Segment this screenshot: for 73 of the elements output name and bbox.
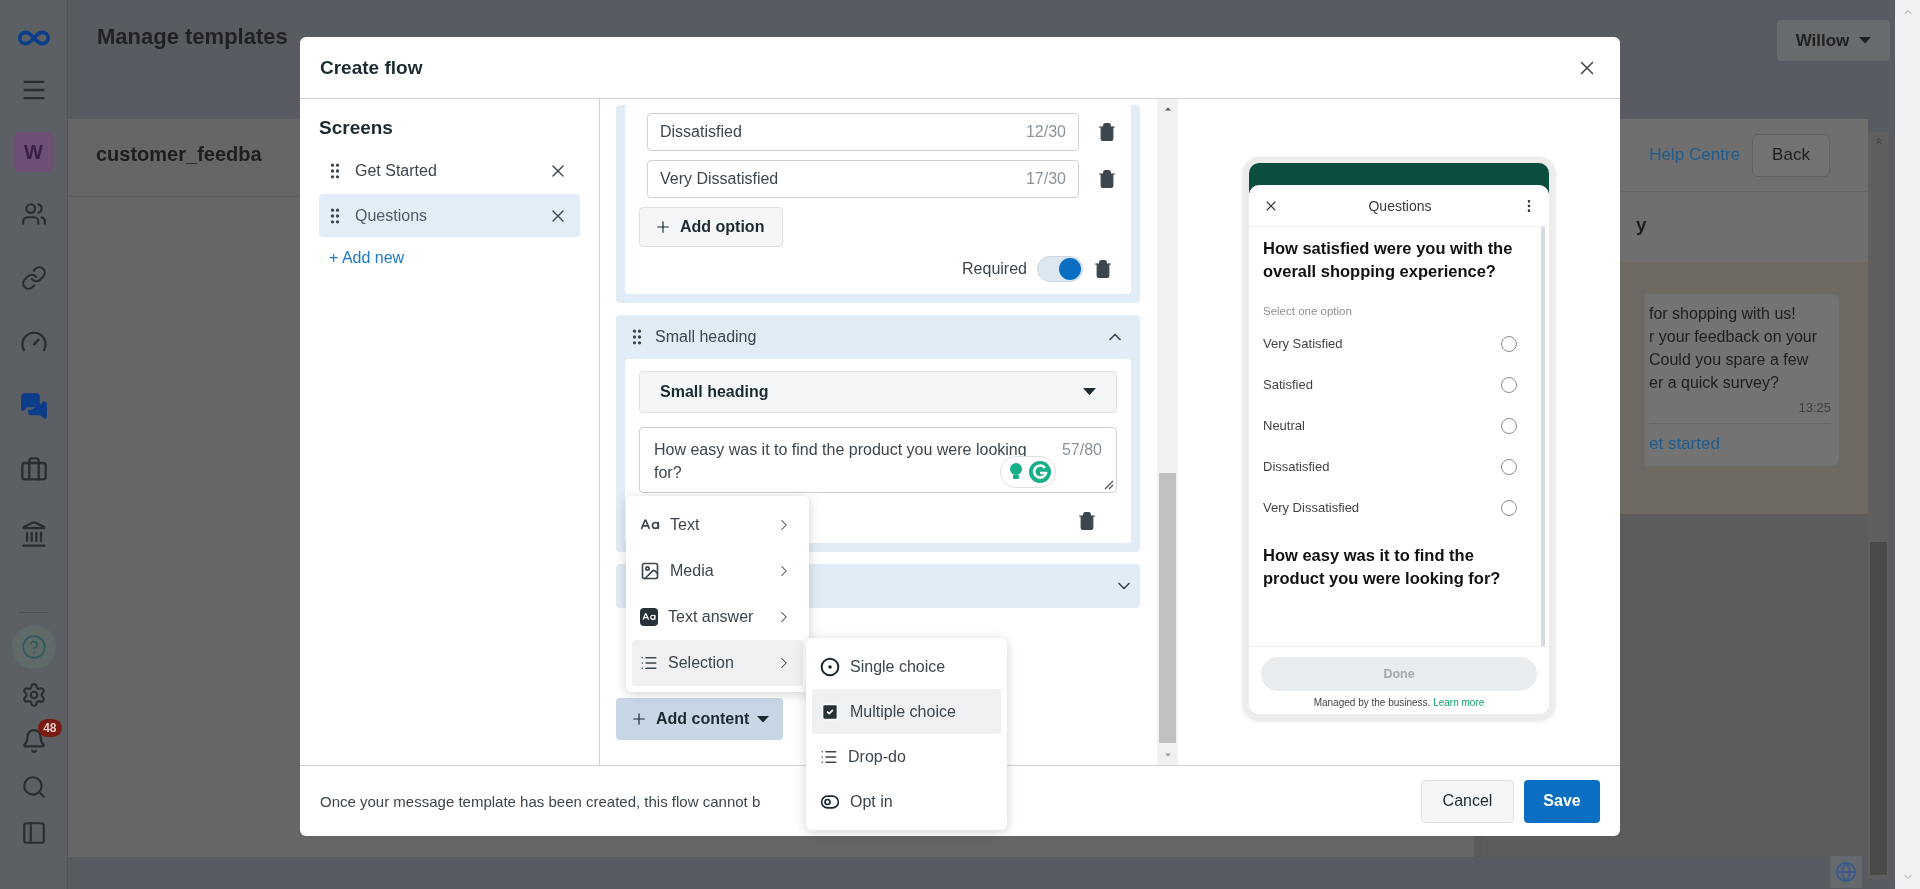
bank-icon[interactable] [19,520,48,548]
link-icon[interactable] [20,265,47,291]
dialog-title: Create flow [320,56,423,79]
caret-icon [1859,37,1872,44]
notification-badge: 48 [38,719,62,737]
required-toggle[interactable] [1037,256,1083,282]
caret-icon [1083,388,1096,396]
menu-item[interactable]: Drop-do [812,734,1001,779]
option-label: Neutral [1263,418,1305,433]
char-count: 12/30 [1025,123,1066,141]
checkbox-icon [820,701,840,722]
menu-item[interactable]: Text [632,502,803,548]
option-field[interactable]: Very Dissatisfied 17/30 [647,160,1079,198]
managed-note: Managed by the business. Learn more [1313,697,1485,708]
people-icon[interactable] [20,201,47,227]
preview-title: Questions [1368,197,1432,214]
caret-icon [757,715,770,723]
add-new-link[interactable]: + Add new [329,249,405,267]
option-label: Satisfied [1263,377,1313,392]
help-button[interactable] [11,625,56,669]
char-count: 17/30 [1025,170,1066,188]
message-text: for shopping with us! r your feedback on your Could you spare a few er a quick survey? [1649,304,1819,393]
globe-icon [1835,861,1857,883]
plus-icon [654,218,672,236]
chat-bubbles-icon[interactable] [19,392,48,420]
cancel-button[interactable]: Cancel [1421,779,1514,823]
required-label: Required [962,260,1027,278]
menu-item[interactable]: Opt in [812,779,1001,824]
settings-icon[interactable] [20,682,47,708]
page-title: Manage templates [97,24,288,50]
screens-heading: Screens [319,117,394,139]
option-label: Very Satisfied [1263,336,1343,351]
resize-handle-icon[interactable] [1102,478,1114,490]
text-answer-icon [640,608,658,626]
help-icon [20,634,47,660]
trash-icon[interactable] [1093,259,1113,279]
option-field[interactable]: Dissatisfied 12/30 [647,113,1079,151]
save-button[interactable]: Save [1524,779,1600,823]
screen-item[interactable]: Questions [319,194,580,237]
footer-note: Once your message template has been created, this flow cannot b [320,792,761,810]
screen-name: Questions [355,206,429,225]
page-scrollbar[interactable] [1868,132,1889,879]
type-select[interactable]: Small heading [639,371,1117,413]
block-title: Small heading [655,328,758,346]
briefcase-icon[interactable] [19,456,48,484]
plus-icon [630,710,648,728]
menu-item[interactable]: Media [632,548,803,594]
screen-item[interactable]: Get Started [319,149,580,192]
image-icon [640,561,660,581]
menu-item[interactable]: Selection [632,640,803,686]
menu-item[interactable]: Multiple choice [812,689,1001,734]
preview-hint: Select one option [1263,305,1353,317]
sidebar-toggle-icon[interactable] [20,820,47,846]
char-count: 57/80 [1061,440,1102,460]
screen-name: Get Started [355,161,438,180]
editor-scrollbar[interactable] [1157,99,1178,765]
search-icon[interactable] [20,774,47,800]
option-label: Dissatisfied [1263,459,1330,474]
list-icon [640,654,658,672]
browser-scrollbar[interactable] [1895,0,1920,889]
trash-icon[interactable] [1097,169,1117,189]
radio-icon [820,656,840,677]
trash-icon[interactable] [1097,122,1117,142]
menu-item[interactable]: Single choice [812,644,1001,689]
menu-item[interactable]: Text answer [632,594,803,640]
writing-assistant-icon[interactable] [1000,456,1056,488]
globe-button[interactable] [1830,856,1862,888]
option-label: Very Dissatisfied [1263,500,1360,515]
heading-text-field[interactable]: How easy was it to find the product you were looking for? 57/80 [639,427,1117,493]
preview-question: How easy was it to find the product you were looking for? [1263,545,1502,589]
add-option-button[interactable]: Add option [639,207,784,247]
trash-icon[interactable] [1077,511,1097,531]
add-content-button[interactable]: Add content [616,698,784,740]
